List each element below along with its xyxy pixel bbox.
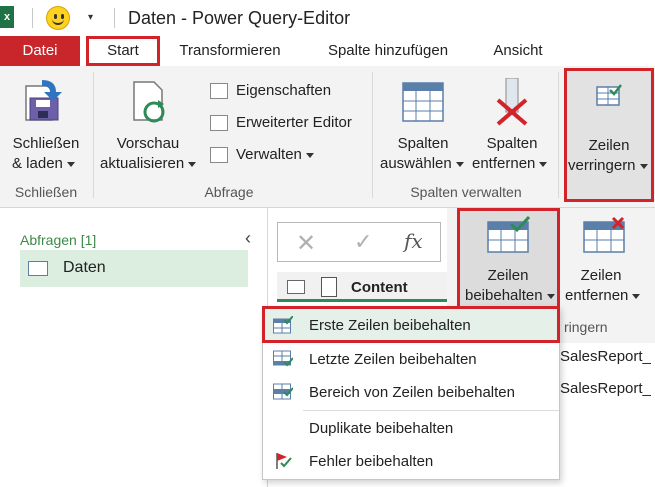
queries-pane: Abfragen [1] ‹ Daten [0, 208, 268, 487]
menu-item-keep-duplicates[interactable]: Duplikate beibehalten [263, 412, 559, 445]
chevron-down-icon [188, 161, 197, 167]
menu-item-label: Letzte Zeilen beibehalten [309, 351, 477, 368]
tab-spalte-hinzufuegen[interactable]: Spalte hinzufügen [316, 36, 460, 66]
tab-datei[interactable]: Datei [0, 36, 80, 66]
keep-errors-icon [276, 453, 292, 469]
properties-icon [210, 83, 228, 99]
menu-item-keep-bottom-rows[interactable]: Letzte Zeilen beibehalten [263, 343, 559, 376]
grid-cell[interactable]: SalesReport_ [560, 380, 651, 397]
tab-start[interactable]: Start [86, 36, 160, 66]
refresh-label-1: Vorschau [116, 135, 180, 152]
chevron-down-icon [539, 161, 548, 167]
choose-columns-button[interactable]: Spalten auswählen [378, 72, 468, 180]
choose-columns-label-2: auswählen [380, 155, 452, 172]
grid-header: Content [277, 272, 447, 302]
quick-access-dropdown-icon[interactable]: ▾ [88, 12, 93, 23]
choose-columns-icon [402, 82, 444, 122]
chevron-down-icon [66, 161, 75, 167]
tab-transformieren[interactable]: Transformieren [168, 36, 292, 66]
menu-item-keep-errors[interactable]: Fehler beibehalten [263, 445, 559, 478]
highlight-keep-top-rows [262, 306, 560, 343]
properties-label: Eigenschaften [236, 82, 332, 99]
commit-formula-icon[interactable]: ✓ [354, 229, 372, 255]
refresh-label-2: aktualisieren [100, 155, 185, 172]
menu-item-label: Bereich von Zeilen beibehalten [309, 384, 515, 401]
group-label-query: Abfrage [204, 184, 254, 200]
keep-bottom-rows-icon [273, 350, 293, 367]
ribbon-separator [558, 72, 559, 198]
remove-rows-button[interactable]: Zeilen entfernen [561, 208, 655, 308]
advanced-editor-icon [210, 115, 228, 131]
menu-separator [303, 410, 559, 411]
query-item-label: Daten [63, 259, 106, 276]
column-header-content[interactable]: Content [351, 279, 408, 296]
smiley-feedback-icon[interactable] [46, 6, 70, 30]
menu-item-keep-range-of-rows[interactable]: Bereich von Zeilen beibehalten [263, 376, 559, 409]
manage-icon [210, 147, 228, 163]
chevron-down-icon [305, 152, 314, 158]
refresh-icon [133, 81, 165, 123]
ribbon: Schließen & laden Schließen Vorschau akt… [0, 66, 655, 208]
document-icon [321, 277, 337, 297]
group-label-reduce-rows-partial: ringern [564, 319, 608, 335]
fx-icon[interactable]: fx [404, 229, 423, 253]
group-label-close: Schließen [14, 184, 78, 200]
close-load-label-1: Schließen [12, 135, 80, 152]
chevron-down-icon [632, 293, 641, 299]
keep-range-rows-icon [273, 383, 293, 400]
table-icon [28, 261, 48, 276]
close-load-label-2: & laden [12, 155, 63, 172]
tab-ansicht[interactable]: Ansicht [482, 36, 554, 66]
manage-label: Verwalten [236, 146, 302, 163]
refresh-preview-button[interactable]: Vorschau aktualisieren [98, 72, 198, 180]
remove-rows-label-1: Zeilen [580, 267, 622, 284]
highlight-reduce-rows [564, 68, 654, 202]
collapse-pane-icon[interactable]: ‹ [245, 228, 251, 249]
remove-columns-icon [496, 78, 528, 126]
group-label-manage-columns: Spalten verwalten [410, 184, 522, 200]
remove-rows-icon [583, 216, 625, 253]
choose-columns-label-1: Spalten [397, 135, 449, 152]
title-separator [114, 8, 115, 28]
ribbon-tabs: Datei Start Transformieren Spalte hinzuf… [0, 36, 655, 66]
formula-bar: ✕ ✓ fx [277, 222, 441, 262]
remove-columns-label-1: Spalten [486, 135, 538, 152]
ribbon-separator [93, 72, 94, 198]
menu-item-label: Fehler beibehalten [309, 453, 434, 470]
highlight-keep-rows [457, 208, 560, 312]
grid-cell[interactable]: SalesReport_ [560, 348, 651, 365]
title-separator [32, 8, 33, 28]
ribbon-separator [372, 72, 373, 198]
table-menu-icon[interactable] [287, 280, 305, 294]
excel-app-icon: x [0, 6, 14, 28]
advanced-editor-label: Erweiterter Editor [236, 114, 352, 131]
remove-columns-label-2: entfernen [472, 155, 536, 172]
menu-item-label: Duplikate beibehalten [309, 420, 454, 437]
remove-rows-label-2: entfernen [565, 287, 629, 304]
remove-columns-button[interactable]: Spalten entfernen [470, 72, 554, 180]
close-load-button[interactable]: Schließen & laden [4, 72, 88, 180]
cancel-formula-icon[interactable]: ✕ [296, 229, 316, 258]
queries-title: Abfragen [1] [20, 232, 97, 248]
query-item-daten[interactable]: Daten [20, 250, 248, 287]
chevron-down-icon [455, 161, 464, 167]
title-bar: x ▾ Daten - Power Query-Editor [0, 0, 655, 36]
close-load-icon [25, 80, 62, 121]
window-title: Daten - Power Query-Editor [128, 8, 351, 28]
